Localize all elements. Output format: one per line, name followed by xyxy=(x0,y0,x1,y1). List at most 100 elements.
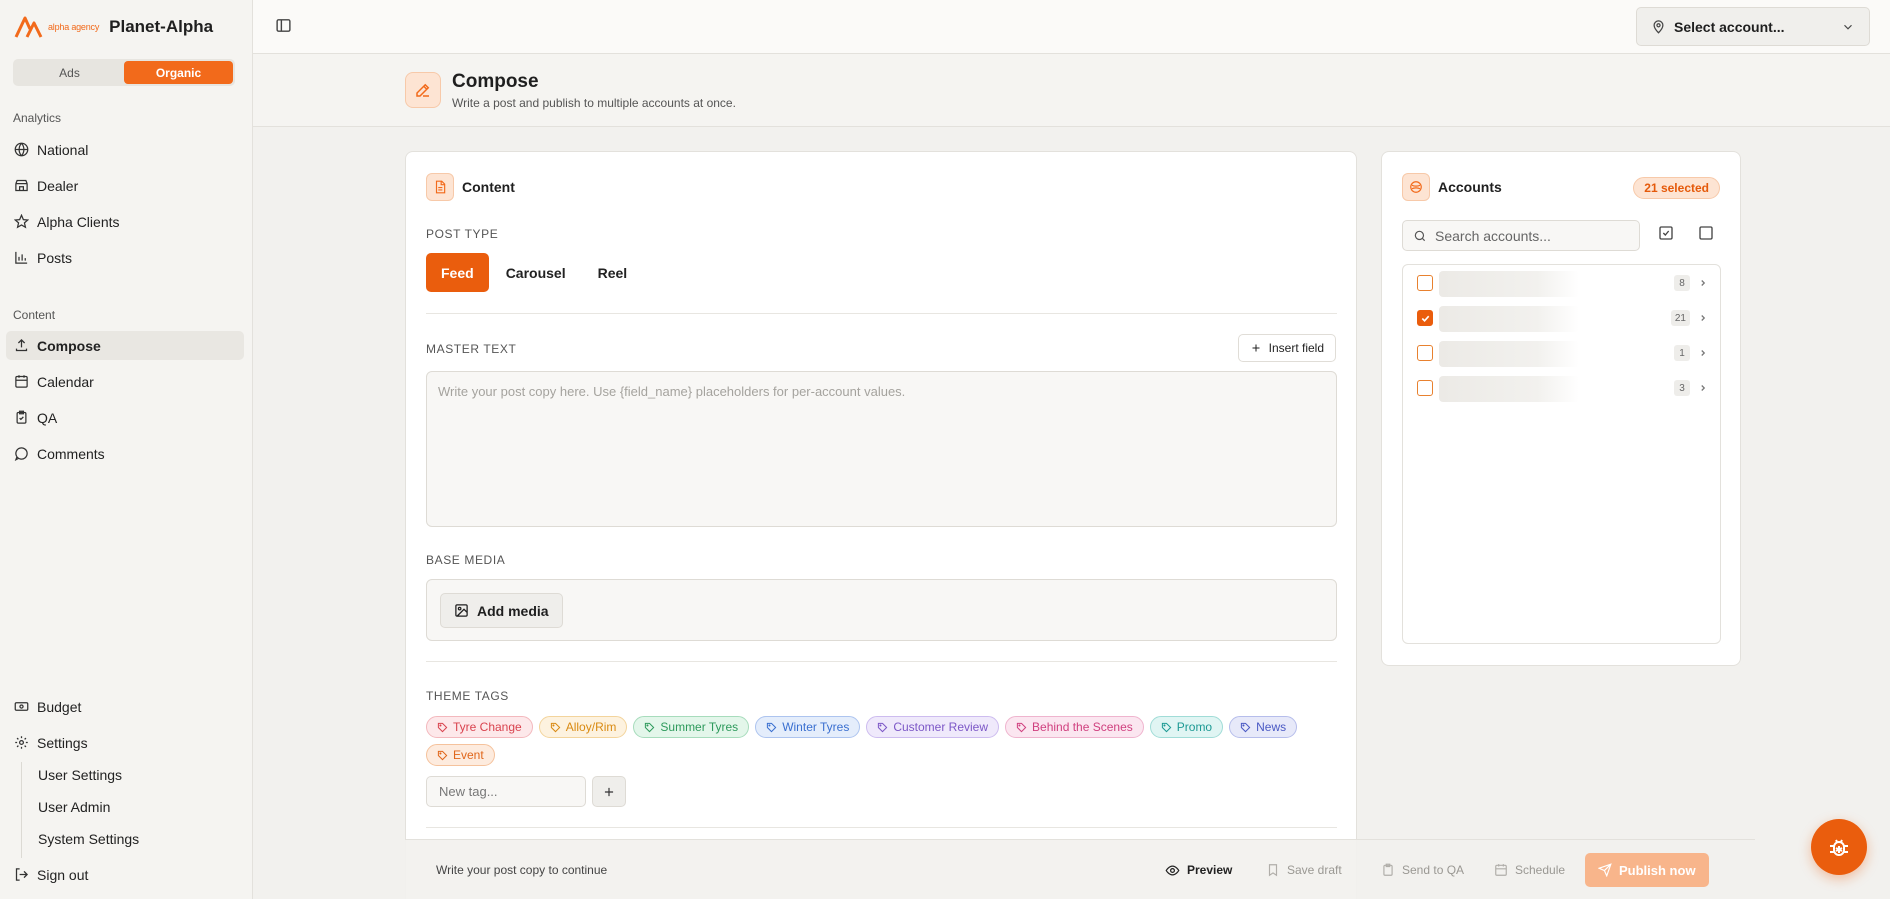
post-type-reel[interactable]: Reel xyxy=(583,253,643,292)
upload-icon xyxy=(13,338,29,354)
account-group-name-redacted xyxy=(1439,376,1579,402)
nav-item-posts[interactable]: Posts xyxy=(6,243,244,272)
page-header: Compose Write a post and publish to mult… xyxy=(253,54,1890,127)
account-group-row[interactable]: 1 xyxy=(1403,337,1720,372)
check-icon xyxy=(1421,315,1429,322)
nav-sub-item-user-settings[interactable]: User Settings xyxy=(38,767,122,783)
theme-tag-label: Alloy/Rim xyxy=(565,720,617,734)
nav-item-label: Compose xyxy=(37,337,101,354)
nav-item-calendar[interactable]: Calendar xyxy=(6,367,244,396)
bookmark-icon xyxy=(1266,863,1280,877)
nav-item-label: Calendar xyxy=(37,373,94,390)
chevron-right-icon[interactable] xyxy=(1698,383,1708,393)
analytics-section-label: Analytics xyxy=(13,111,62,125)
account-select-label: Select account... xyxy=(1674,18,1785,35)
star-icon xyxy=(13,214,29,230)
nav-item-label: Posts xyxy=(37,249,73,266)
preview-button[interactable]: Preview xyxy=(1154,853,1243,887)
new-tag-placeholder: New tag... xyxy=(439,784,498,799)
master-text-input[interactable]: Write your post copy here. Use {field_na… xyxy=(426,371,1337,527)
account-group-row[interactable]: 3 xyxy=(1403,372,1720,407)
map-pin-icon xyxy=(1651,19,1666,34)
insert-field-label: Insert field xyxy=(1268,341,1324,355)
ads-mode-button[interactable]: Ads xyxy=(15,61,124,84)
sign-out-button[interactable]: Sign out xyxy=(6,860,244,889)
brand-name: Planet-Alpha xyxy=(109,17,214,36)
sidebar-toggle-icon[interactable] xyxy=(275,17,293,35)
content-card-title: Content xyxy=(462,179,515,195)
add-tag-button[interactable] xyxy=(592,776,626,807)
master-text-placeholder: Write your post copy here. Use {field_na… xyxy=(438,384,906,399)
nav-item-budget[interactable]: Budget xyxy=(6,692,244,721)
alpha-logo: alpha agency xyxy=(14,15,109,39)
schedule-button[interactable]: Schedule xyxy=(1483,853,1576,887)
settings-subnav-line xyxy=(21,762,22,858)
base-media-dropzone[interactable]: Add media xyxy=(426,579,1337,641)
tag-icon xyxy=(550,722,561,733)
nav-item-dealer[interactable]: Dealer xyxy=(6,171,244,200)
insert-field-button[interactable]: Insert field xyxy=(1237,334,1336,362)
chevron-right-icon[interactable] xyxy=(1698,278,1708,288)
nav-item-comments[interactable]: Comments xyxy=(6,439,244,468)
nav-item-settings[interactable]: Settings xyxy=(6,728,244,757)
theme-tag[interactable]: Event xyxy=(426,744,495,766)
plus-icon xyxy=(1250,342,1262,354)
clipboard-check-icon xyxy=(13,410,29,426)
banknote-icon xyxy=(13,699,29,715)
save-draft-button[interactable]: Save draft xyxy=(1255,853,1353,887)
content-section-label: Content xyxy=(13,308,56,322)
theme-tag-label: Event xyxy=(453,748,484,762)
tag-icon xyxy=(1240,722,1251,733)
theme-tag-label: Customer Review xyxy=(893,720,989,734)
theme-tag[interactable]: Tyre Change xyxy=(426,716,533,738)
nav-sub-item-system-settings[interactable]: System Settings xyxy=(38,831,139,847)
chevron-right-icon[interactable] xyxy=(1698,313,1708,323)
account-group-checkbox[interactable] xyxy=(1417,345,1433,361)
publish-now-label: Publish now xyxy=(1619,862,1696,878)
account-group-checkbox[interactable] xyxy=(1417,380,1433,396)
calendar-icon xyxy=(13,374,29,390)
preview-label: Preview xyxy=(1187,863,1233,877)
theme-tag[interactable]: Alloy/Rim xyxy=(538,716,628,738)
nav-item-label: National xyxy=(37,141,89,158)
nav-item-compose[interactable]: Compose xyxy=(6,331,244,360)
select-all-icon[interactable] xyxy=(1658,225,1676,243)
nav-item-qa[interactable]: QA xyxy=(6,403,244,432)
theme-tag[interactable]: Summer Tyres xyxy=(633,716,750,738)
brand[interactable]: alpha agency Planet-Alpha xyxy=(14,12,213,42)
tag-icon xyxy=(1016,722,1027,733)
tag-icon xyxy=(1161,722,1172,733)
theme-tag[interactable]: Promo xyxy=(1149,716,1224,738)
send-to-qa-button[interactable]: Send to QA xyxy=(1370,853,1475,887)
account-group-checkbox[interactable] xyxy=(1417,275,1433,291)
organic-mode-button[interactable]: Organic xyxy=(124,61,233,84)
account-select[interactable]: Select account... xyxy=(1636,7,1870,46)
theme-tag[interactable]: Behind the Scenes xyxy=(1005,716,1144,738)
account-group-row[interactable]: 8 xyxy=(1403,267,1720,302)
theme-tag[interactable]: Winter Tyres xyxy=(755,716,861,738)
mode-toggle: Ads Organic xyxy=(13,59,235,86)
post-type-selector: Feed Carousel Reel xyxy=(426,253,642,292)
nav-sub-item-user-admin[interactable]: User Admin xyxy=(38,799,110,815)
theme-tag[interactable]: News xyxy=(1229,716,1298,738)
theme-tag[interactable]: Customer Review xyxy=(866,716,1000,738)
bug-report-button[interactable] xyxy=(1811,819,1867,875)
theme-tag-label: Promo xyxy=(1176,720,1213,734)
chevron-right-icon[interactable] xyxy=(1698,348,1708,358)
selected-count-badge: 21 selected xyxy=(1633,177,1720,199)
publish-now-button[interactable]: Publish now xyxy=(1585,853,1709,887)
deselect-all-icon[interactable] xyxy=(1698,225,1716,243)
theme-tag-label: Summer Tyres xyxy=(660,720,739,734)
theme-tag-label: News xyxy=(1256,720,1287,734)
nav-item-national[interactable]: National xyxy=(6,135,244,164)
post-type-carousel[interactable]: Carousel xyxy=(491,253,581,292)
account-group-checkbox[interactable] xyxy=(1417,310,1433,326)
nav-item-alpha-clients[interactable]: Alpha Clients xyxy=(6,207,244,236)
new-tag-input[interactable]: New tag... xyxy=(426,776,586,807)
search-accounts-input[interactable]: Search accounts... xyxy=(1402,220,1640,251)
logo-text: alpha agency xyxy=(48,22,100,32)
add-media-button[interactable]: Add media xyxy=(440,593,563,628)
alpha-logo-mark-icon xyxy=(14,16,43,38)
post-type-feed[interactable]: Feed xyxy=(426,253,489,292)
account-group-row[interactable]: 21 xyxy=(1403,302,1720,337)
